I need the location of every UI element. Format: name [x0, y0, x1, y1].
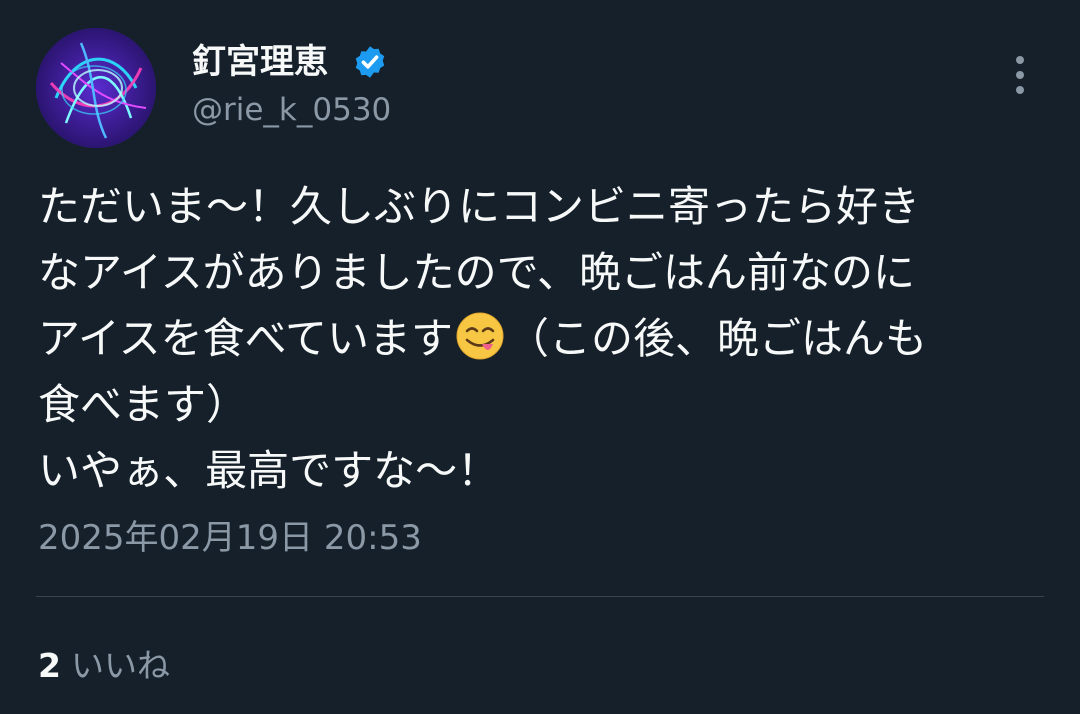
tweet-text: ただいま～！久しぶりにコンビニ寄ったら好き なアイスがありましたので、晩ごはん前…: [38, 174, 1048, 504]
tweet-timestamp[interactable]: 2025年02月19日 20:53: [38, 516, 422, 560]
more-vertical-icon[interactable]: [1002, 52, 1038, 98]
likes-count-link[interactable]: 2 いいね: [38, 644, 170, 688]
tweet-line: いやぁ、最高ですな～！: [38, 446, 500, 495]
tweet-line-part: （この後、晩ごはんも: [506, 314, 927, 363]
tweet-line: ただいま～！久しぶりにコンビニ寄ったら好き: [38, 182, 921, 231]
likes-label: いいね: [70, 646, 170, 685]
avatar[interactable]: [36, 28, 156, 148]
likes-count: 2: [38, 646, 61, 685]
verified-badge-icon: [352, 44, 388, 80]
tweet-line: 食べます）: [38, 380, 249, 429]
avatar-image: [36, 28, 156, 148]
tweet-line: アイスを食べています （この後、晩ごはんも: [38, 306, 1048, 372]
tweet-line: なアイスがありましたので、晩ごはん前なのに: [38, 248, 915, 297]
user-handle[interactable]: @rie_k_0530: [192, 90, 391, 130]
tweet-detail: 釘宮理恵 @rie_k_0530 ただいま～！久しぶりにコンビニ寄ったら好き な…: [0, 0, 1080, 714]
divider: [36, 596, 1044, 597]
face-savoring-food-emoji: [455, 311, 505, 361]
tweet-line-part: アイスを食べています: [38, 314, 453, 363]
display-name[interactable]: 釘宮理恵: [192, 40, 328, 84]
